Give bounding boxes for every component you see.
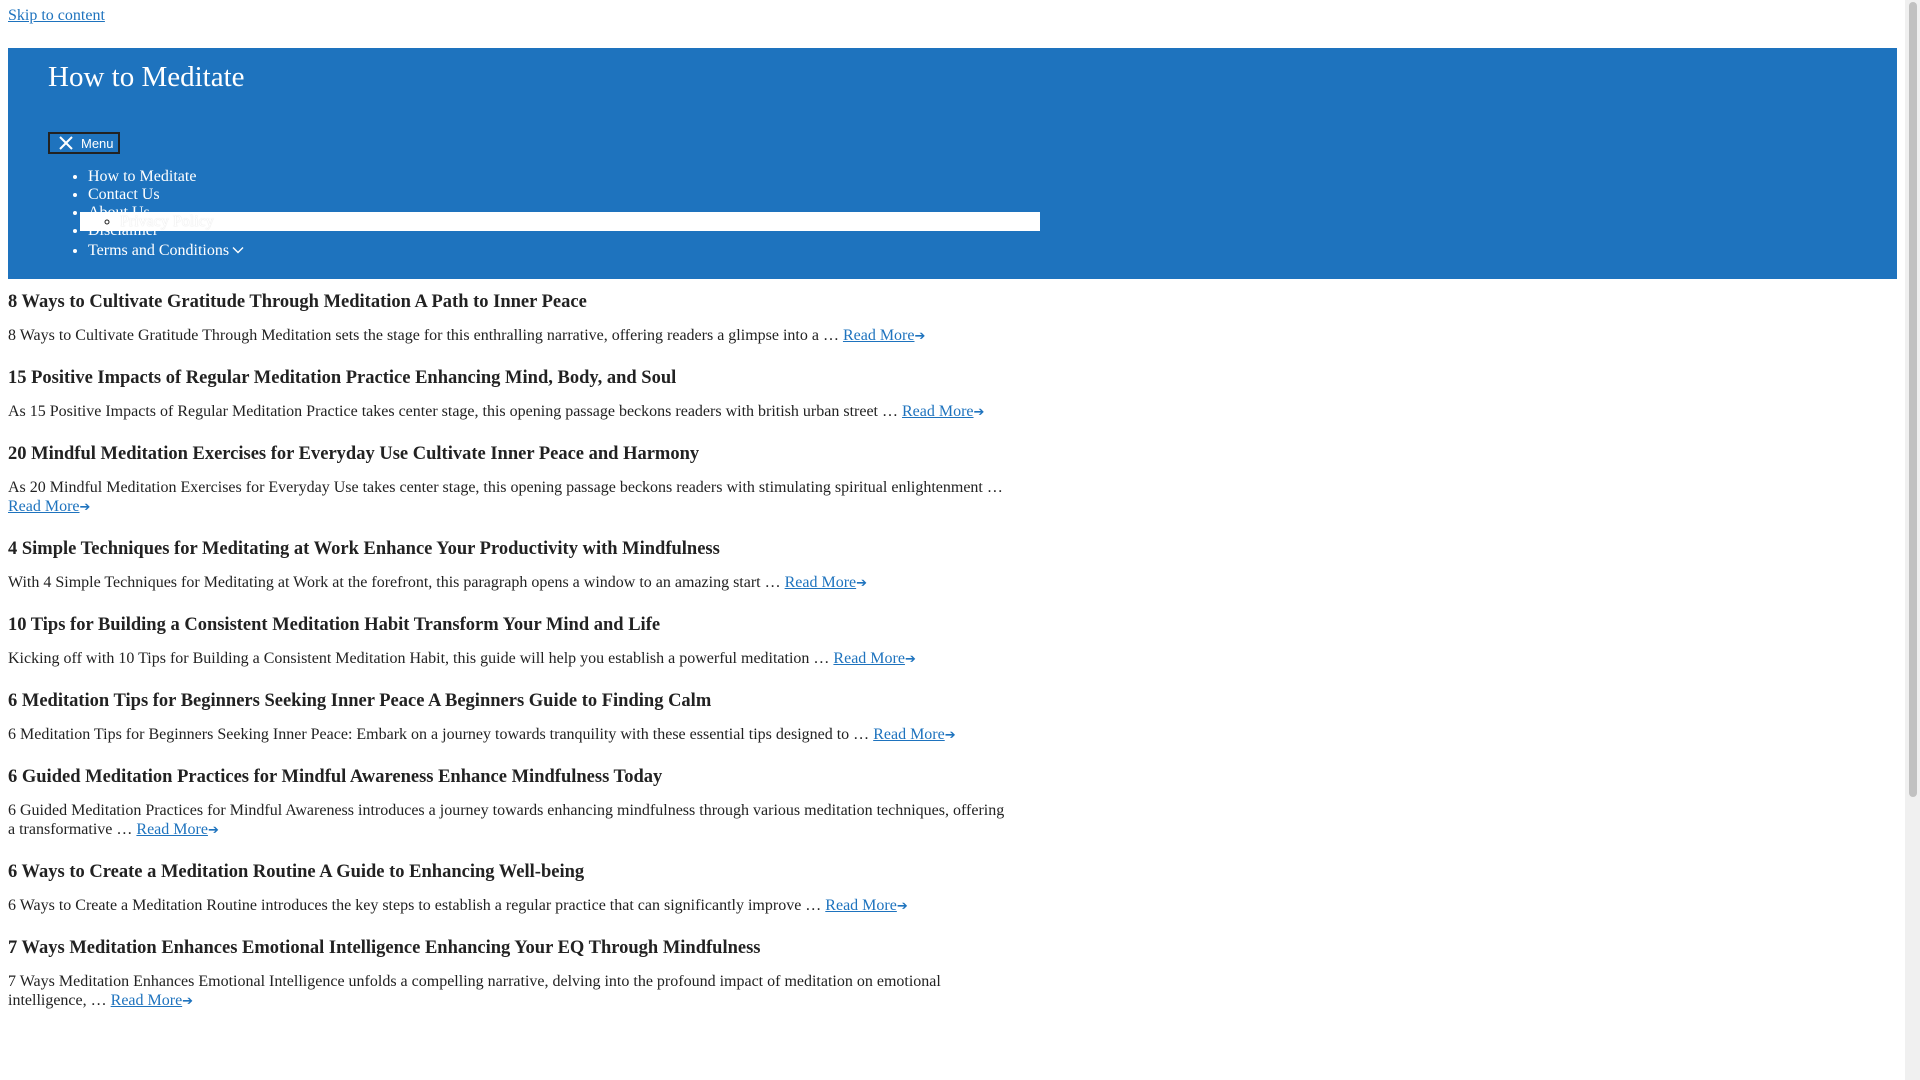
post-excerpt: With 4 Simple Techniques for Meditating …: [8, 573, 1008, 593]
submenu-link-privacy-policy[interactable]: Privacy Policy: [120, 213, 214, 230]
vertical-scrollbar[interactable]: [1905, 0, 1920, 1080]
post-title[interactable]: 8 Ways to Cultivate Gratitude Through Me…: [8, 290, 1008, 314]
read-more-link[interactable]: Read More➔: [825, 897, 907, 914]
arrow-right-icon: ➔: [914, 329, 926, 344]
arrow-right-icon: ➔: [896, 899, 908, 914]
post-title[interactable]: 4 Simple Techniques for Meditating at Wo…: [8, 537, 1008, 561]
skip-to-content-link[interactable]: Skip to content: [8, 6, 105, 26]
read-more-label: Read More: [784, 574, 857, 591]
post-item: 10 Tips for Building a Consistent Medita…: [8, 613, 1008, 669]
scrollbar-thumb[interactable]: [1909, 2, 1917, 797]
nav-item-contact-us[interactable]: Contact Us: [88, 186, 244, 204]
arrow-right-icon: ➔: [79, 500, 91, 515]
read-more-link[interactable]: Read More➔: [843, 327, 925, 344]
post-item: 7 Ways Meditation Enhances Emotional Int…: [8, 936, 1008, 1011]
read-more-link[interactable]: Read More➔: [8, 498, 90, 515]
read-more-label: Read More: [873, 726, 945, 743]
read-more-link[interactable]: Read More➔: [136, 821, 218, 838]
nav-link-contact-us[interactable]: Contact Us: [88, 186, 160, 203]
nav-link-how-to-meditate[interactable]: How to Meditate: [88, 168, 196, 185]
read-more-label: Read More: [825, 897, 897, 914]
close-icon: [55, 136, 77, 150]
excerpt-text: With 4 Simple Techniques for Meditating …: [8, 574, 781, 591]
post-item: 6 Guided Meditation Practices for Mindfu…: [8, 765, 1008, 840]
post-item: 15 Positive Impacts of Regular Meditatio…: [8, 366, 1008, 422]
post-item: 8 Ways to Cultivate Gratitude Through Me…: [8, 290, 1008, 346]
nav-item-terms-and-conditions[interactable]: Terms and Conditions: [88, 240, 244, 261]
arrow-right-icon: ➔: [904, 652, 916, 667]
post-excerpt: Kicking off with 10 Tips for Building a …: [8, 649, 1008, 669]
menu-toggle-button[interactable]: Menu: [48, 132, 120, 154]
post-excerpt: As 20 Mindful Meditation Exercises for E…: [8, 478, 1008, 517]
read-more-label: Read More: [110, 992, 183, 1009]
post-excerpt: 6 Ways to Create a Meditation Routine in…: [8, 896, 1008, 916]
read-more-label: Read More: [842, 327, 915, 344]
excerpt-text: As 15 Positive Impacts of Regular Medita…: [8, 403, 898, 420]
arrow-right-icon: ➔: [944, 728, 956, 743]
post-item: 6 Ways to Create a Meditation Routine A …: [8, 860, 1008, 916]
read-more-link[interactable]: Read More➔: [873, 726, 955, 743]
read-more-label: Read More: [833, 650, 905, 667]
post-excerpt: 8 Ways to Cultivate Gratitude Through Me…: [8, 326, 1008, 346]
post-excerpt: 6 Guided Meditation Practices for Mindfu…: [8, 801, 1008, 840]
excerpt-text: 8 Ways to Cultivate Gratitude Through Me…: [8, 327, 839, 344]
excerpt-text: 6 Meditation Tips for Beginners Seeking …: [8, 726, 870, 743]
read-more-link[interactable]: Read More➔: [111, 992, 193, 1009]
post-excerpt: 7 Ways Meditation Enhances Emotional Int…: [8, 972, 1008, 1011]
post-title[interactable]: 15 Positive Impacts of Regular Meditatio…: [8, 366, 1008, 390]
post-title[interactable]: 7 Ways Meditation Enhances Emotional Int…: [8, 936, 1008, 960]
read-more-label: Read More: [8, 498, 80, 515]
post-title[interactable]: 6 Meditation Tips for Beginners Seeking …: [8, 689, 1008, 713]
site-header: How to Meditate Menu How to Meditate Con…: [8, 48, 1897, 279]
arrow-right-icon: ➔: [856, 576, 868, 591]
arrow-right-icon: ➔: [973, 405, 985, 420]
post-item: 6 Meditation Tips for Beginners Seeking …: [8, 689, 1008, 745]
read-more-link[interactable]: Read More➔: [785, 574, 867, 591]
arrow-right-icon: ➔: [182, 994, 194, 1009]
post-excerpt: 6 Meditation Tips for Beginners Seeking …: [8, 725, 1008, 745]
submenu: Privacy Policy: [80, 212, 1040, 231]
nav-link-terms-and-conditions[interactable]: Terms and Conditions: [88, 242, 229, 259]
read-more-link[interactable]: Read More➔: [902, 403, 984, 420]
excerpt-text: Kicking off with 10 Tips for Building a …: [8, 650, 830, 667]
arrow-right-icon: ➔: [207, 823, 219, 838]
excerpt-text: As 20 Mindful Meditation Exercises for E…: [8, 479, 1003, 496]
submenu-item-privacy-policy[interactable]: Privacy Policy: [120, 212, 1040, 231]
nav-item-how-to-meditate[interactable]: How to Meditate: [88, 168, 244, 186]
menu-toggle-label: Menu: [81, 135, 114, 151]
site-title[interactable]: How to Meditate: [48, 58, 245, 96]
post-item: 4 Simple Techniques for Meditating at Wo…: [8, 537, 1008, 593]
excerpt-text: 6 Ways to Create a Meditation Routine in…: [8, 897, 822, 914]
post-title[interactable]: 10 Tips for Building a Consistent Medita…: [8, 613, 1008, 637]
post-title[interactable]: 6 Ways to Create a Meditation Routine A …: [8, 860, 1008, 884]
chevron-down-icon[interactable]: [232, 241, 244, 259]
page: Skip to content How to Meditate Menu How…: [0, 0, 1905, 1080]
read-more-link[interactable]: Read More➔: [833, 650, 915, 667]
read-more-label: Read More: [901, 403, 974, 420]
read-more-label: Read More: [136, 821, 208, 838]
post-excerpt: As 15 Positive Impacts of Regular Medita…: [8, 402, 1008, 422]
post-title[interactable]: 20 Mindful Meditation Exercises for Ever…: [8, 442, 1008, 466]
post-list: 8 Ways to Cultivate Gratitude Through Me…: [8, 290, 1008, 1011]
post-title[interactable]: 6 Guided Meditation Practices for Mindfu…: [8, 765, 1008, 789]
post-item: 20 Mindful Meditation Exercises for Ever…: [8, 442, 1008, 517]
